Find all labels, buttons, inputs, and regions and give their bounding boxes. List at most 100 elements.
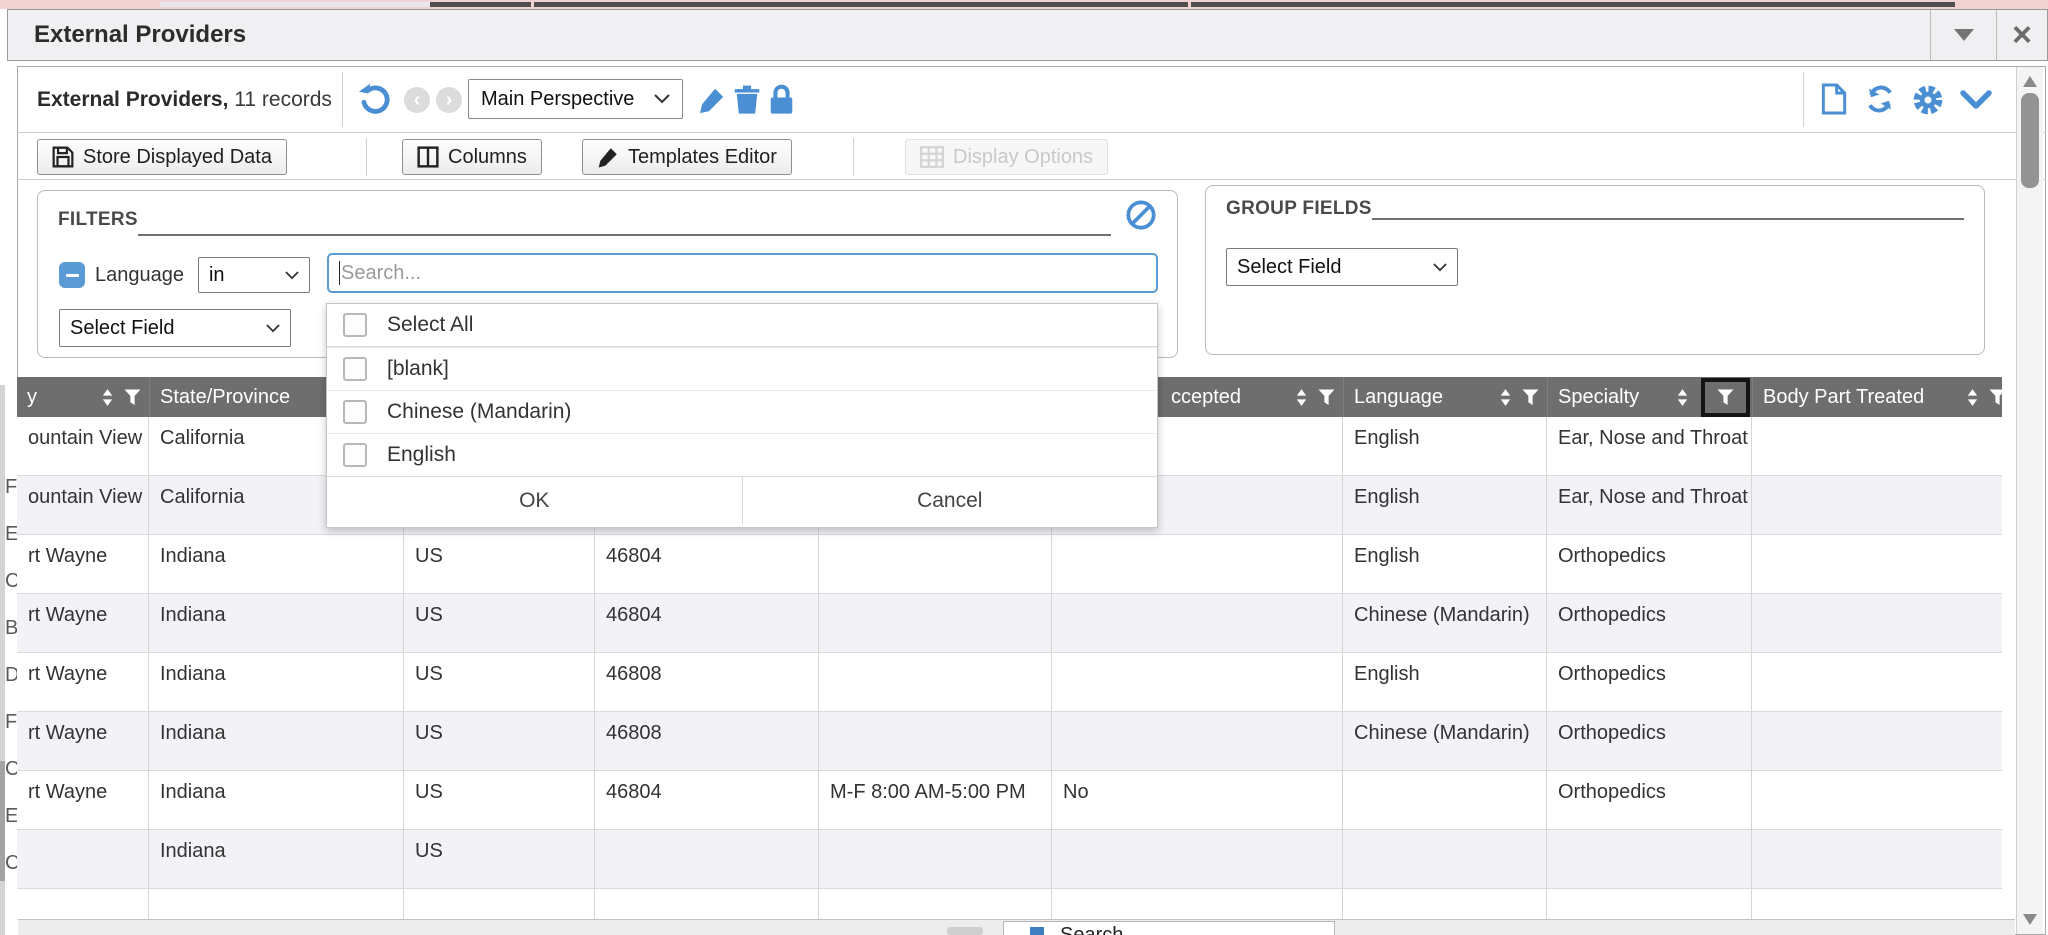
table-cell[interactable] <box>819 594 1052 653</box>
filter-icon[interactable] <box>1318 389 1335 406</box>
delete-perspective-button[interactable] <box>733 85 761 120</box>
table-cell[interactable]: Orthopedics <box>1547 653 1752 712</box>
sort-icon[interactable] <box>1676 388 1689 407</box>
checkbox-icon[interactable] <box>343 443 367 467</box>
table-cell[interactable] <box>819 712 1052 771</box>
table-cell[interactable]: English <box>1343 535 1547 594</box>
table-cell[interactable] <box>1752 771 2002 830</box>
filter-icon[interactable] <box>1989 389 2002 406</box>
table-cell[interactable]: 46808 <box>595 653 819 712</box>
scroll-up-icon[interactable] <box>2023 76 2037 87</box>
undo-button[interactable] <box>358 83 392 122</box>
table-cell[interactable] <box>1752 476 2002 535</box>
table-cell[interactable]: US <box>404 653 595 712</box>
columns-button[interactable]: Columns <box>402 139 542 175</box>
table-cell[interactable] <box>819 653 1052 712</box>
table-cell[interactable] <box>595 830 819 889</box>
table-cell[interactable] <box>819 830 1052 889</box>
table-cell[interactable] <box>1343 771 1547 830</box>
table-cell[interactable]: ountain View <box>17 476 149 535</box>
table-cell[interactable] <box>1752 712 2002 771</box>
table-cell[interactable]: 46804 <box>595 594 819 653</box>
table-cell[interactable]: Indiana <box>149 535 404 594</box>
add-filter-field-select[interactable]: Select Field <box>59 309 291 347</box>
table-cell[interactable]: English <box>1343 476 1547 535</box>
table-cell[interactable]: Indiana <box>149 830 404 889</box>
table-cell[interactable] <box>1052 830 1343 889</box>
table-cell[interactable] <box>1752 417 2002 476</box>
perspective-select[interactable]: Main Perspective <box>468 79 683 119</box>
table-cell[interactable]: Indiana <box>149 712 404 771</box>
table-cell[interactable]: rt Wayne <box>17 535 149 594</box>
table-cell[interactable]: Orthopedics <box>1547 771 1752 830</box>
table-cell[interactable] <box>1752 535 2002 594</box>
filter-icon[interactable] <box>1717 389 1734 406</box>
scroll-thumb-fragment[interactable] <box>947 927 983 935</box>
dropdown-option-chinese-mandarin[interactable]: Chinese (Mandarin) <box>327 390 1157 433</box>
table-cell[interactable]: Chinese (Mandarin) <box>1343 594 1547 653</box>
refresh-button[interactable] <box>1864 84 1896 119</box>
column-header-specialty[interactable]: Specialty <box>1547 377 1752 417</box>
scroll-down-icon[interactable] <box>2023 914 2037 925</box>
filter-operator-select[interactable]: in <box>198 257 310 293</box>
edit-perspective-button[interactable] <box>697 85 727 120</box>
collapse-toolbar-button[interactable] <box>1960 90 1992 115</box>
table-cell[interactable] <box>1752 594 2002 653</box>
table-cell[interactable]: rt Wayne <box>17 771 149 830</box>
clear-filters-button[interactable] <box>1125 199 1157 236</box>
table-cell[interactable]: US <box>404 594 595 653</box>
table-cell[interactable] <box>1052 653 1343 712</box>
table-cell[interactable] <box>1052 712 1343 771</box>
table-cell[interactable]: English <box>1343 417 1547 476</box>
table-cell[interactable]: No <box>1052 771 1343 830</box>
ok-button[interactable]: OK <box>327 477 743 524</box>
table-cell[interactable]: Indiana <box>149 771 404 830</box>
table-cell[interactable] <box>1052 594 1343 653</box>
scrollbar-thumb[interactable] <box>2021 93 2039 188</box>
table-cell[interactable] <box>1547 830 1752 889</box>
filter-search-input[interactable]: Search... <box>327 253 1158 293</box>
sort-icon[interactable] <box>1499 388 1512 407</box>
table-cell[interactable]: US <box>404 535 595 594</box>
table-cell[interactable]: rt Wayne <box>17 594 149 653</box>
filter-icon[interactable] <box>124 389 141 406</box>
store-displayed-data-button[interactable]: Store Displayed Data <box>37 139 287 175</box>
table-cell[interactable] <box>1752 830 2002 889</box>
column-header-city[interactable]: y <box>17 377 149 417</box>
group-field-select[interactable]: Select Field <box>1226 248 1458 286</box>
lock-perspective-button[interactable] <box>768 84 795 120</box>
remove-filter-button[interactable] <box>59 262 85 288</box>
table-cell[interactable]: 46804 <box>595 535 819 594</box>
dropdown-option-blank[interactable]: [blank] <box>327 347 1157 390</box>
vertical-scrollbar[interactable] <box>2016 67 2043 934</box>
sort-icon[interactable] <box>101 388 114 407</box>
checkbox-icon[interactable] <box>343 313 367 337</box>
table-cell[interactable]: M-F 8:00 AM-5:00 PM <box>819 771 1052 830</box>
table-cell[interactable]: US <box>404 830 595 889</box>
table-cell[interactable]: 46808 <box>595 712 819 771</box>
table-cell[interactable]: Indiana <box>149 594 404 653</box>
close-dialog-button[interactable]: × <box>1996 10 2047 60</box>
table-cell[interactable] <box>1752 653 2002 712</box>
settings-button[interactable] <box>1912 84 1944 121</box>
table-cell[interactable] <box>1052 535 1343 594</box>
cancel-button[interactable]: Cancel <box>743 477 1158 524</box>
previous-perspective-button[interactable]: ‹ <box>404 87 430 113</box>
table-cell[interactable]: ountain View <box>17 417 149 476</box>
checkbox-icon[interactable] <box>343 400 367 424</box>
sort-icon[interactable] <box>1295 388 1308 407</box>
column-header-body-part-treated[interactable]: Body Part Treated <box>1752 377 2002 417</box>
dropdown-option-select-all[interactable]: Select All <box>327 304 1157 347</box>
dropdown-option-english[interactable]: English <box>327 433 1157 476</box>
table-cell[interactable]: Ear, Nose and Throat <box>1547 476 1752 535</box>
column-header-language[interactable]: Language <box>1343 377 1547 417</box>
collapse-dialog-button[interactable] <box>1930 10 1997 60</box>
table-cell[interactable] <box>17 830 149 889</box>
templates-editor-button[interactable]: Templates Editor <box>582 139 792 175</box>
table-cell[interactable]: Ear, Nose and Throat <box>1547 417 1752 476</box>
table-cell[interactable]: Indiana <box>149 653 404 712</box>
table-cell[interactable]: Orthopedics <box>1547 594 1752 653</box>
next-perspective-button[interactable]: › <box>436 87 462 113</box>
checkbox-icon[interactable] <box>343 357 367 381</box>
table-cell[interactable]: rt Wayne <box>17 712 149 771</box>
